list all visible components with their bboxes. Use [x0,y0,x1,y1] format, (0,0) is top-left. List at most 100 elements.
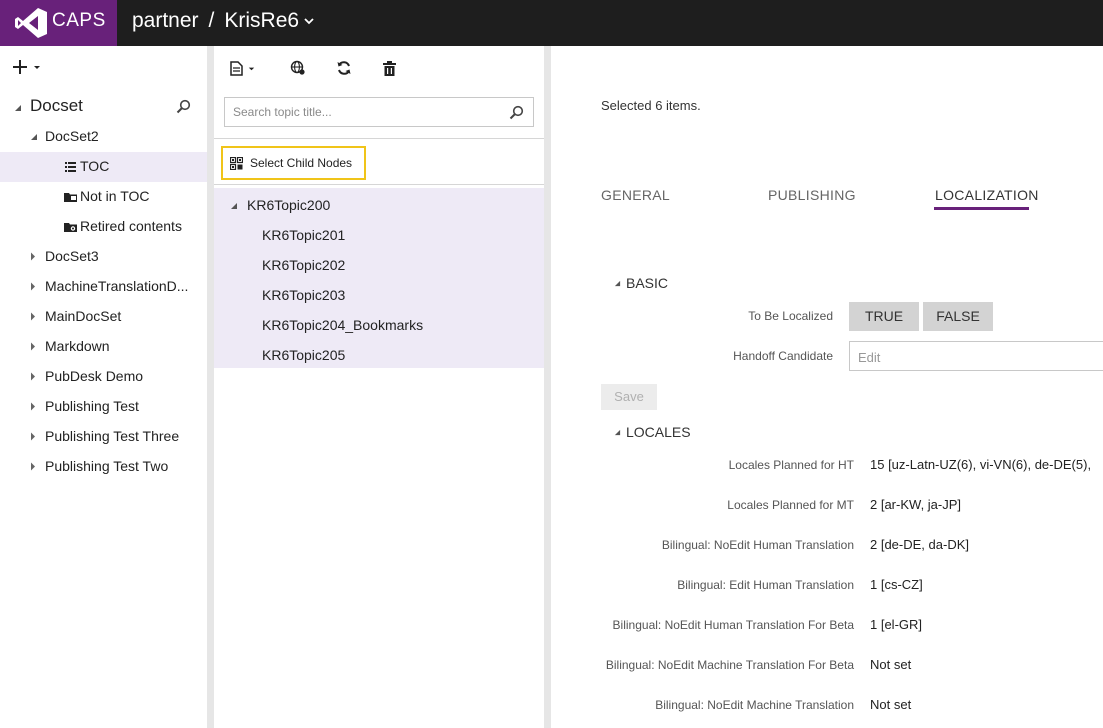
topic-item-kr6topic205[interactable]: KR6Topic205 [214,340,544,370]
tab-localization[interactable]: LOCALIZATION [935,187,1039,203]
refresh-button[interactable] [336,58,352,78]
basic-section-label: BASIC [626,275,669,291]
expanded-caret-icon[interactable] [230,202,238,210]
tree-item-label: Publishing Test [45,398,139,414]
select-child-nodes-label: Select Child Nodes [250,156,353,170]
tree-item-docset2[interactable]: DocSet2 [0,122,207,152]
tree-root-docset[interactable]: Docset [0,92,207,122]
locale-row-label: Bilingual: NoEdit Machine Translation [655,698,854,712]
tab-publishing[interactable]: PUBLISHING [768,187,856,203]
tree-item-label: MachineTranslationD... [45,278,189,294]
tab-general[interactable]: GENERAL [601,187,670,203]
topic-item-kr6topic203[interactable]: KR6Topic203 [214,280,544,310]
tree-item-publishing-test-two[interactable]: Publishing Test Two [0,452,207,482]
globe-button[interactable] [290,58,306,78]
properties-panel: Selected 6 items. GENERAL PUBLISHING LOC… [551,46,1103,728]
locale-row-label: Bilingual: Edit Human Translation [677,578,854,592]
tree-root-label: Docset [30,96,83,115]
locales-section-header[interactable]: LOCALES [614,424,691,440]
topic-item-kr6topic201[interactable]: KR6Topic201 [214,220,544,250]
collapsed-caret-icon[interactable] [30,372,36,381]
topic-item-label: KR6Topic202 [262,257,346,273]
topic-item-label: KR6Topic200 [247,197,331,213]
plus-icon [13,60,27,74]
topic-item-label: KR6Topic205 [262,347,346,363]
tree-item-pubdesk-demo[interactable]: PubDesk Demo [0,362,207,392]
locales-section-label: LOCALES [626,424,691,440]
topic-item-label: KR6Topic203 [262,287,346,303]
new-topic-button[interactable] [230,58,256,78]
locale-row-value: 2 [ar-KW, ja-JP] [870,497,962,512]
tree-item-maindocset[interactable]: MainDocSet [0,302,207,332]
delete-button[interactable] [383,58,396,78]
collapsed-caret-icon[interactable] [30,432,36,441]
collapsed-caret-icon[interactable] [30,462,36,471]
locale-row-value: Not set [870,657,912,672]
tree-item-label: Publishing Test Three [45,428,180,444]
docset-tree-panel: Docset DocSet2 TOC Not in TOC Retired co… [0,46,207,728]
breadcrumb-root[interactable]: partner [132,9,199,33]
collapsed-caret-icon[interactable] [30,252,36,261]
tree-item-label: DocSet2 [45,128,99,144]
handoff-candidate-field[interactable] [849,341,1103,371]
search-icon[interactable] [176,99,191,114]
panel-splitter[interactable] [544,46,551,728]
tree-item-label: Markdown [45,338,110,354]
to-be-localized-label: To Be Localized [748,309,833,323]
expanded-caret-icon[interactable] [30,133,38,141]
tree-item-docset3[interactable]: DocSet3 [0,242,207,272]
document-icon [230,60,243,76]
topic-item-kr6topic202[interactable]: KR6Topic202 [214,250,544,280]
handoff-candidate-label: Handoff Candidate [733,349,833,363]
top-bar: CAPS partner / KrisRe6 [0,0,1103,46]
locale-row-label: Locales Planned for HT [728,458,854,472]
tree-item-toc[interactable]: TOC [0,152,207,182]
topic-search-input[interactable] [233,103,503,121]
true-toggle-button[interactable]: TRUE [849,302,919,331]
basic-section-header[interactable]: BASIC [614,275,668,291]
expanded-caret-icon[interactable] [14,104,22,112]
tree-item-label: Publishing Test Two [45,458,169,474]
tree-item-publishing-test[interactable]: Publishing Test [0,392,207,422]
tree-item-label: DocSet3 [45,248,99,264]
tree-item-not-in-toc[interactable]: Not in TOC [0,182,207,212]
topic-item-kr6topic200[interactable]: KR6Topic200 [214,190,544,220]
brand[interactable]: CAPS [0,0,117,46]
tree-item-label: Retired contents [80,218,182,234]
tree-item-publishing-test-three[interactable]: Publishing Test Three [0,422,207,452]
locale-row-label: Bilingual: NoEdit Machine Translation Fo… [605,658,854,672]
topic-list-panel: Select Child Nodes KR6Topic200 KR6Topic2… [214,46,544,728]
panel-splitter[interactable] [207,46,214,728]
save-button[interactable]: Save [601,384,657,410]
tree-item-markdown[interactable]: Markdown [0,332,207,362]
tree-item-machine-translation[interactable]: MachineTranslationD... [0,272,207,302]
handoff-candidate-input[interactable] [858,348,1058,366]
divider [214,184,544,185]
add-button[interactable] [12,56,48,78]
collapsed-caret-icon[interactable] [30,402,36,411]
locale-row-value: 1 [el-GR] [870,617,923,632]
false-toggle-button[interactable]: FALSE [923,302,993,331]
folder-icon [64,193,77,202]
locale-row-value: 15 [uz-Latn-UZ(6), vi-VN(6), de-DE(5), [870,457,1092,472]
trash-icon [383,60,396,76]
search-icon[interactable] [509,105,524,120]
tree-item-retired-contents[interactable]: Retired contents [0,212,207,242]
visual-studio-logo-icon [15,8,47,38]
topic-search-field[interactable] [224,97,534,127]
select-child-nodes-button[interactable]: Select Child Nodes [221,146,366,180]
tree-item-label: Not in TOC [80,188,150,204]
caret-down-icon [248,67,255,70]
breadcrumb-current[interactable]: KrisRe6 [224,9,299,33]
collapsed-caret-icon[interactable] [30,312,36,321]
expanded-caret-icon [614,280,621,286]
toc-list-icon [65,162,76,172]
globe-settings-icon [290,60,305,75]
locale-row-label: Locales Planned for MT [727,498,854,512]
tree-item-label: TOC [80,158,110,174]
chevron-down-icon[interactable] [303,15,315,27]
collapsed-caret-icon[interactable] [30,282,36,291]
topic-item-kr6topic204-bookmarks[interactable]: KR6Topic204_Bookmarks [214,310,544,340]
collapsed-caret-icon[interactable] [30,342,36,351]
divider [214,138,544,139]
